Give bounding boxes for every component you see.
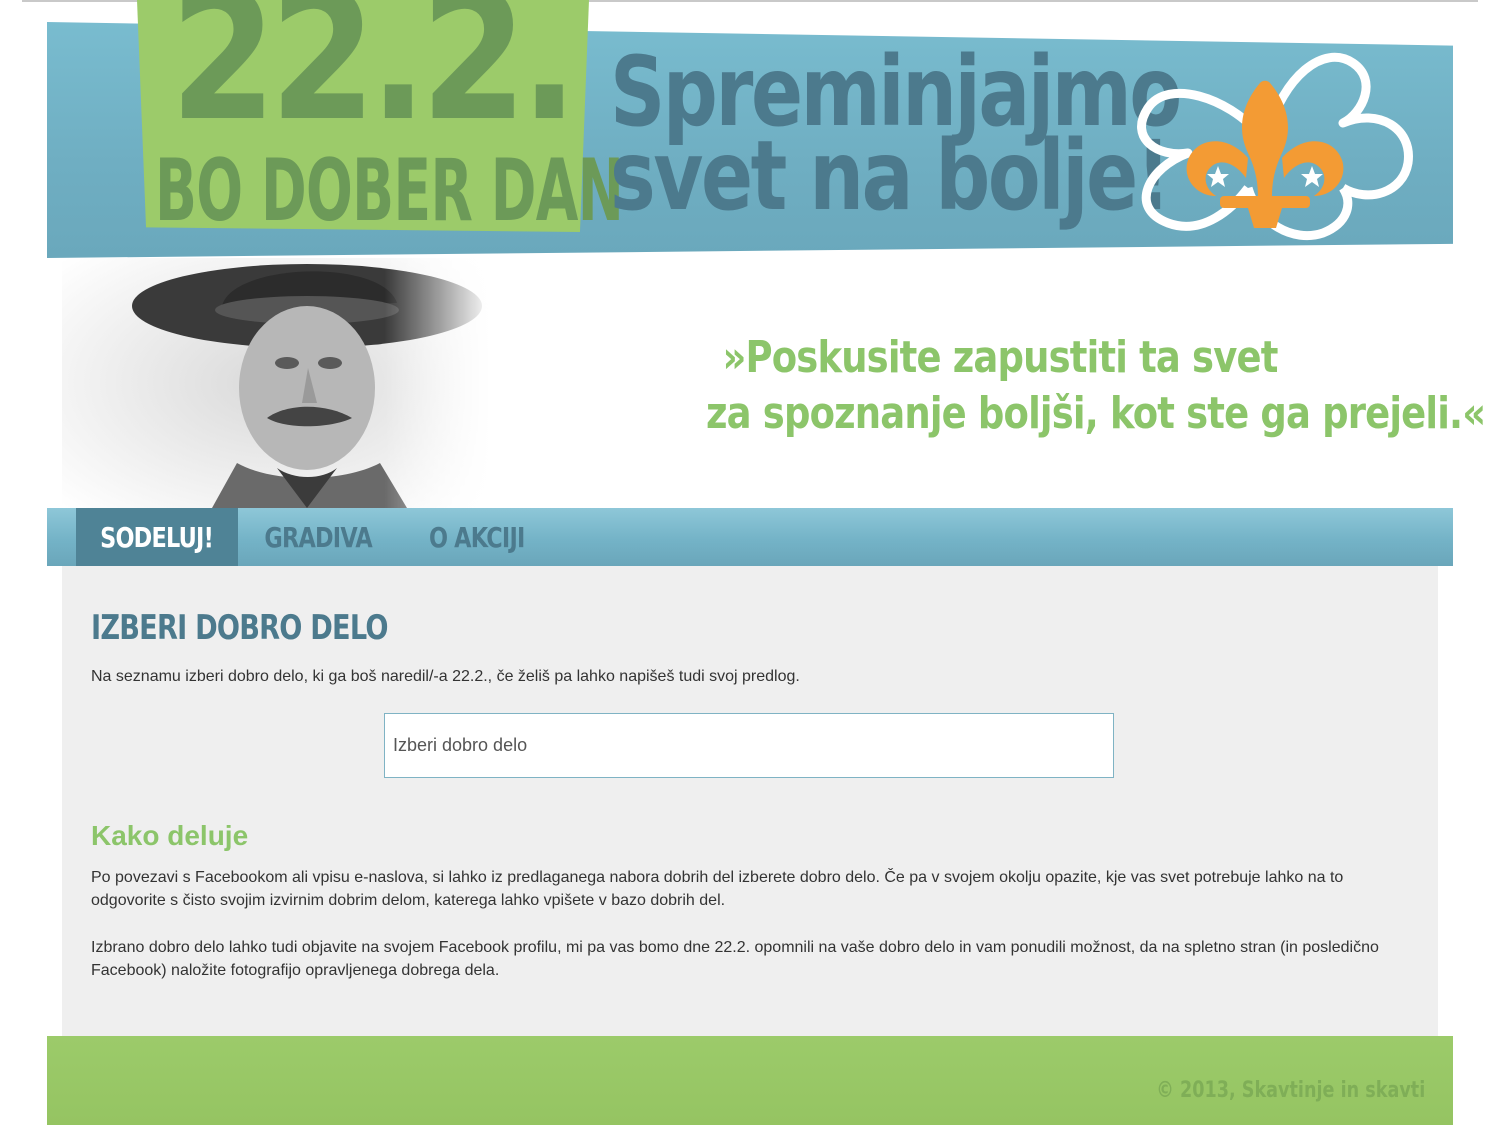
footer: © 2013, Skavtinje in skavti [47, 1036, 1453, 1125]
main-content: IZBERI DOBRO DELO Na seznamu izberi dobr… [62, 566, 1438, 1036]
event-tagline: BO DOBER DAN [155, 141, 624, 241]
how-it-works-heading: Kako deluje [91, 820, 249, 851]
copyright-text: © 2013, Skavtinje in skavti [1156, 1078, 1425, 1103]
nav-tab-label: O AKCIJI [429, 520, 525, 554]
how-it-works-paragraph-1: Po povezavi s Facebookom ali vpisu e-nas… [91, 869, 1344, 909]
intro-text: Na seznamu izberi dobro delo, ki ga boš … [91, 668, 800, 685]
quote-line-2: za spoznanje boljši, kot ste ga prejeli.… [706, 388, 1486, 439]
event-date: 22.2. [170, 0, 578, 160]
good-deed-select-input[interactable] [384, 713, 1114, 778]
main-navigation: SODELUJ! GRADIVA O AKCIJI [47, 508, 1453, 566]
nav-tab-label: GRADIVA [264, 520, 372, 554]
founder-portrait [62, 258, 492, 508]
header-slogan: Spreminjajmo svet na bolje! [610, 44, 1182, 232]
slogan-line-2: svet na bolje! [610, 120, 1171, 232]
scout-fleur-de-lis-icon [1137, 53, 1413, 241]
nav-tab-o-akciji[interactable]: O AKCIJI [412, 508, 542, 566]
quote-line-1: »Poskusite zapustiti ta svet [722, 332, 1278, 383]
page: 22.2. BO DOBER DAN Spreminjajmo svet na … [0, 0, 1500, 1125]
baden-powell-quote: »Poskusite zapustiti ta svet za spoznanj… [706, 330, 1486, 442]
nav-tab-sodeluj[interactable]: SODELUJ! [76, 508, 238, 566]
how-it-works-paragraph-2: Izbrano dobro delo lahko tudi objavite n… [91, 939, 1379, 979]
nav-tab-label: SODELUJ! [100, 520, 215, 554]
page-title: IZBERI DOBRO DELO [91, 608, 389, 648]
nav-tab-gradiva[interactable]: GRADIVA [252, 508, 384, 566]
